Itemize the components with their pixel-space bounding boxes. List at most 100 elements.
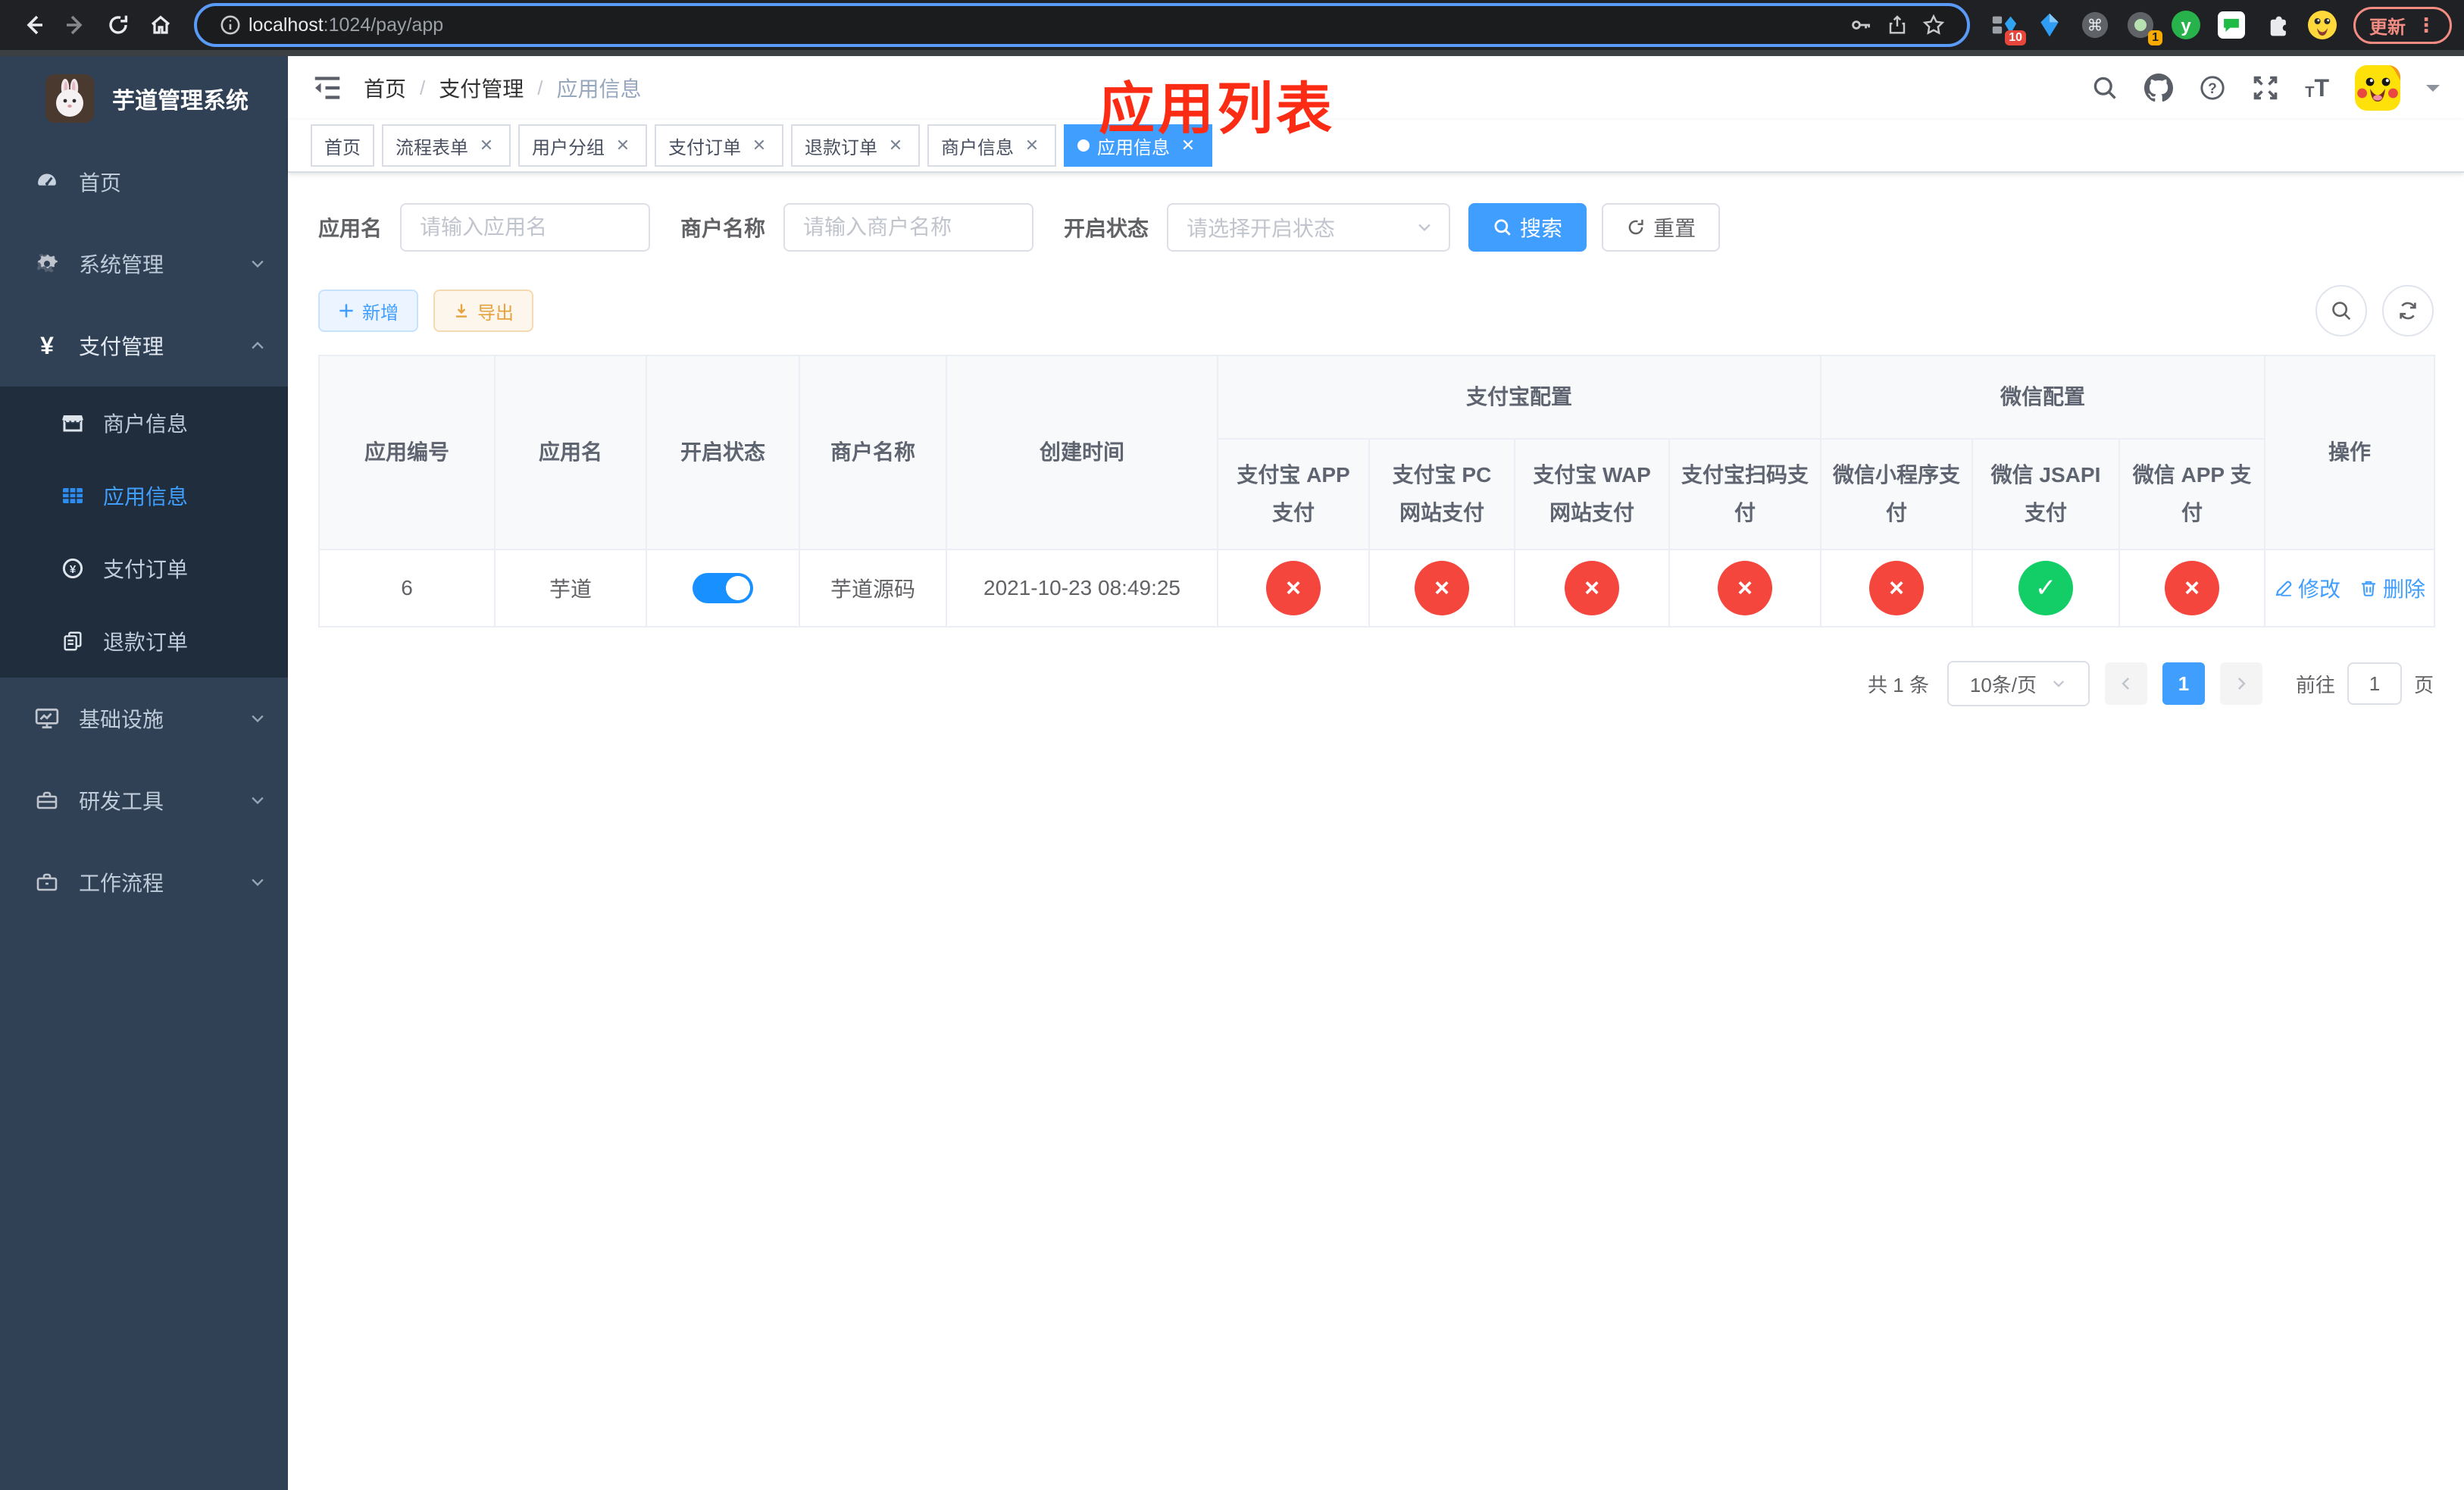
search-button-label: 搜索 [1520, 217, 1563, 240]
bookmark-star-icon[interactable] [1915, 10, 1952, 40]
sidebar-item-merchant-info[interactable]: 商户信息 [0, 387, 288, 459]
sidebar-item-refund-orders[interactable]: 退款订单 [0, 605, 288, 678]
next-page-button[interactable] [2219, 662, 2262, 705]
chevron-down-icon [249, 873, 267, 891]
forward-icon[interactable] [55, 5, 97, 45]
status-label: 开启状态 [1064, 217, 1149, 240]
status-select-placeholder: 请选择开启状态 [1187, 217, 1336, 240]
prev-page-button[interactable] [2104, 662, 2147, 705]
sidebar-item-pay-orders[interactable]: ¥ 支付订单 [0, 532, 288, 605]
browser-update-button[interactable]: 更新 ⋮ [2353, 6, 2452, 44]
sidebar-item-home[interactable]: 首页 [0, 141, 288, 223]
url-text[interactable]: localhost:1024/pay/app [249, 14, 1843, 36]
annotation-title: 应用列表 [1099, 77, 1335, 140]
search-button[interactable]: 搜索 [1468, 203, 1587, 252]
merchant-name-input[interactable] [783, 203, 1034, 252]
goto-suffix: 页 [2413, 673, 2434, 696]
sidebar-item-app-info[interactable]: 应用信息 [0, 459, 288, 532]
tag-home[interactable]: 首页 [311, 124, 374, 167]
extension-yudao-icon[interactable]: y [2170, 9, 2202, 41]
user-avatar[interactable] [2355, 65, 2400, 111]
fullscreen-icon[interactable] [2252, 74, 2279, 102]
delete-button[interactable]: 删除 [2359, 573, 2425, 603]
cell-alipay-wap-config: × [1514, 549, 1670, 628]
extension-proxy-icon[interactable]: 1 [2125, 9, 2162, 45]
site-info-icon[interactable] [212, 10, 249, 40]
profile-avatar-icon[interactable] [2306, 9, 2338, 41]
browser-menu-icon[interactable]: ⋮ [2416, 14, 2436, 37]
config-status-icon: × [1718, 561, 1772, 615]
app-name-input[interactable] [400, 203, 651, 252]
share-icon[interactable] [1879, 10, 1915, 40]
app-table: 应用编号 应用名 开启状态 商户名称 创建时间 支付宝配置 微信配置 操作 支付… [318, 355, 2436, 628]
tag-merchant-info[interactable]: 商户信息 ✕ [927, 124, 1056, 167]
export-button[interactable]: 导出 [433, 290, 533, 332]
sidebar-fold-icon[interactable] [312, 73, 342, 103]
page-number-1[interactable]: 1 [2162, 662, 2205, 705]
goto-page-input[interactable] [2347, 662, 2402, 705]
cell-wechat-lite-config: × [1820, 549, 1974, 628]
app-logo[interactable]: 芋道管理系统 [0, 56, 288, 141]
tag-label: 商户信息 [941, 137, 1014, 158]
sidebar-item-workflow[interactable]: 工作流程 [0, 841, 288, 923]
grid-table-icon [61, 484, 85, 508]
extension-kite-icon[interactable] [2034, 9, 2065, 41]
sidebar-item-dev-tools[interactable]: 研发工具 [0, 759, 288, 841]
search-icon [1494, 219, 1511, 236]
close-icon[interactable]: ✕ [1021, 135, 1043, 156]
top-navbar: 首页 / 支付管理 / 应用信息 ? T T [288, 56, 2464, 120]
reset-button[interactable]: 重置 [1602, 203, 1721, 252]
help-icon[interactable]: ? [2199, 74, 2226, 102]
sidebar-item-infrastructure[interactable]: 基础设施 [0, 678, 288, 759]
col-alipay-wap: 支付宝 WAP 网站支付 [1514, 438, 1670, 550]
tag-label: 用户分组 [532, 137, 605, 158]
close-icon[interactable]: ✕ [749, 135, 770, 156]
breadcrumb-payment[interactable]: 支付管理 [439, 73, 524, 103]
chevron-down-icon [249, 255, 267, 273]
app-name-label: 应用名 [318, 217, 383, 240]
close-icon[interactable]: ✕ [885, 135, 906, 156]
tag-refund-orders[interactable]: 退款订单 ✕ [791, 124, 920, 167]
screen: localhost:1024/pay/app 10 ⌘ 1 y 更新 ⋮ 芋道管… [0, 0, 2464, 1490]
sidebar-item-label: 工作流程 [79, 872, 164, 895]
refresh-table-button[interactable] [2382, 285, 2434, 337]
app-title: 芋道管理系统 [112, 89, 249, 114]
breadcrumb: 首页 / 支付管理 / 应用信息 [364, 73, 642, 103]
avatar-caret-icon[interactable] [2426, 85, 2440, 99]
tag-pay-orders[interactable]: 支付订单 ✕ [655, 124, 783, 167]
extension-command-icon[interactable]: ⌘ [2079, 9, 2111, 41]
password-key-icon[interactable] [1843, 10, 1879, 40]
config-status-icon: × [1266, 561, 1321, 615]
edit-button[interactable]: 修改 [2274, 573, 2340, 603]
sidebar-item-payment[interactable]: ¥ 支付管理 [0, 305, 288, 387]
back-icon[interactable] [12, 5, 55, 45]
extension-badge: 10 [2005, 30, 2026, 45]
sidebar-item-system[interactable]: 系统管理 [0, 223, 288, 305]
extension-badge: 1 [2148, 30, 2162, 45]
toggle-search-button[interactable] [2315, 285, 2367, 337]
close-icon[interactable]: ✕ [612, 135, 633, 156]
tag-process-form[interactable]: 流程表单 ✕ [382, 124, 511, 167]
url-bar[interactable]: localhost:1024/pay/app [194, 3, 1970, 47]
tag-user-group[interactable]: 用户分组 ✕ [518, 124, 647, 167]
sidebar-item-label: 系统管理 [79, 253, 164, 277]
close-icon[interactable]: ✕ [476, 135, 497, 156]
status-toggle[interactable] [693, 573, 753, 603]
briefcase-icon [33, 870, 61, 894]
home-icon[interactable] [139, 5, 182, 45]
header-search-icon[interactable] [2091, 74, 2118, 102]
add-button[interactable]: 新增 [318, 290, 418, 332]
github-icon[interactable] [2144, 74, 2174, 102]
reload-icon[interactable] [97, 5, 139, 45]
filter-form: 应用名 商户名称 开启状态 请选择开启状态 搜索 重置 [318, 203, 2434, 252]
font-size-icon[interactable]: TT [2305, 76, 2329, 100]
extension-devtools-icon[interactable]: 10 [1988, 9, 2026, 45]
page-size-select[interactable]: 10条/页 [1946, 661, 2090, 706]
trash-icon [2362, 581, 2375, 596]
breadcrumb-home[interactable]: 首页 [364, 73, 406, 103]
cell-alipay-app-config: × [1217, 549, 1370, 628]
browser-toolbar: localhost:1024/pay/app 10 ⌘ 1 y 更新 ⋮ [0, 0, 2464, 50]
extensions-puzzle-icon[interactable] [2261, 9, 2293, 41]
extension-chat-icon[interactable] [2215, 9, 2247, 41]
status-select[interactable]: 请选择开启状态 [1167, 203, 1451, 252]
